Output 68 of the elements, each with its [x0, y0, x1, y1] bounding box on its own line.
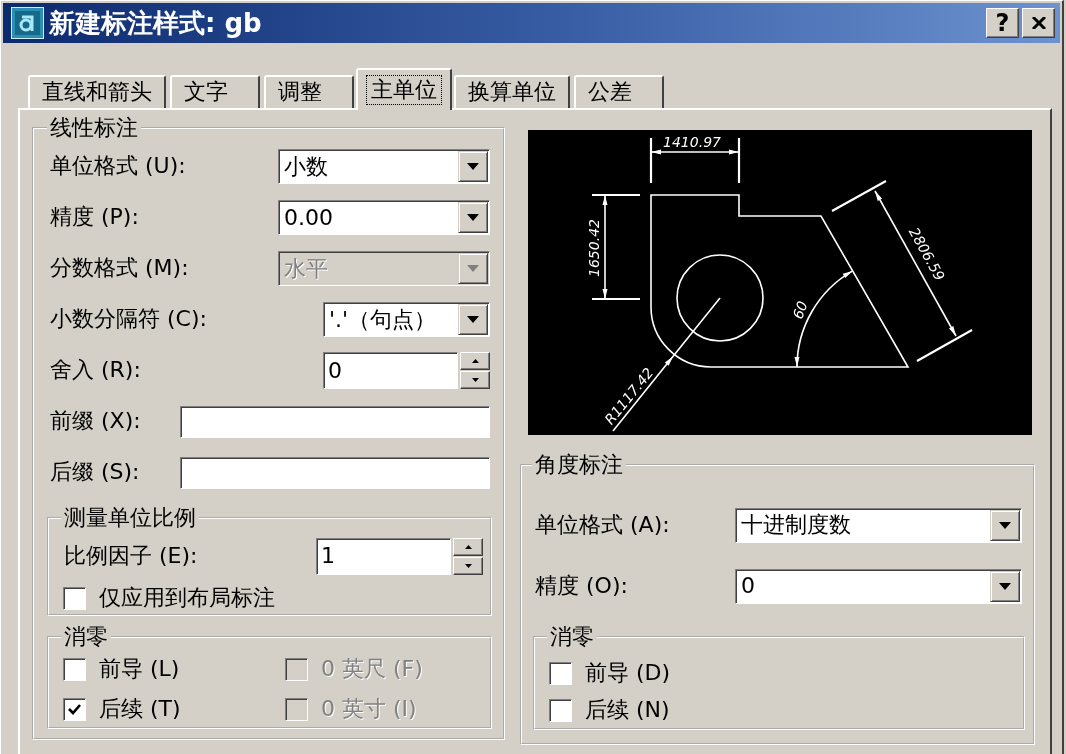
caret-icon: [999, 521, 1011, 529]
up-arrow-icon: [464, 544, 472, 549]
checkbox[interactable]: [549, 698, 572, 722]
field-label: 精度 (P):: [50, 204, 139, 231]
close-button[interactable]: [1022, 8, 1055, 38]
help-button[interactable]: ?: [986, 8, 1019, 38]
group-title: 消零: [63, 624, 109, 650]
field-label: 单位格式 (A):: [535, 511, 670, 539]
tab[interactable]: 文字: [170, 75, 260, 108]
tab[interactable]: 主单位: [356, 68, 452, 110]
number-field[interactable]: 0: [323, 352, 458, 389]
checkbox-label[interactable]: 前导 (D): [585, 659, 671, 687]
tab[interactable]: 调整: [264, 75, 354, 108]
text-field[interactable]: [180, 405, 490, 438]
caret-icon: [467, 316, 479, 323]
field-label: 精度 (O):: [535, 572, 628, 600]
dropdown-button[interactable]: [990, 509, 1020, 541]
dropdown-button[interactable]: [990, 570, 1020, 602]
window-title: 新建标注样式: gb: [49, 10, 262, 36]
check-icon: [68, 703, 81, 715]
tab[interactable]: 直线和箭头: [28, 75, 166, 108]
dropdown-button[interactable]: [458, 304, 488, 335]
dimension-label: 60: [789, 298, 811, 322]
group-title: 线性标注: [49, 115, 139, 141]
checkbox[interactable]: [63, 697, 86, 721]
dropdown[interactable]: 0: [735, 568, 1022, 604]
caret-icon: [467, 265, 479, 272]
dimension-label: 1650.42: [586, 219, 602, 277]
group-title: 角度标注: [534, 452, 624, 478]
tab[interactable]: 公差: [574, 75, 664, 108]
checkbox-label[interactable]: 后续 (T): [99, 695, 181, 723]
caret-icon: [467, 163, 479, 170]
dropdown[interactable]: 小数: [278, 149, 490, 184]
checkbox[interactable]: [63, 586, 86, 610]
field-label: 单位格式 (U):: [50, 153, 186, 180]
text-field[interactable]: [180, 456, 490, 489]
field-label: 比例因子 (E):: [64, 542, 198, 570]
field-label: 后缀 (S):: [50, 459, 140, 486]
field-label: 前缀 (X):: [50, 408, 141, 435]
dropdown-button[interactable]: [458, 151, 488, 182]
down-arrow-icon: [464, 563, 472, 568]
down-arrow-icon: [471, 378, 479, 382]
app-icon: [11, 7, 44, 39]
dropdown[interactable]: 0.00: [278, 200, 490, 235]
checkbox-label[interactable]: 前导 (L): [99, 655, 180, 683]
field-label: 舍入 (R):: [50, 357, 141, 384]
spin-down-button[interactable]: [453, 556, 483, 575]
close-icon: [1031, 17, 1046, 29]
group-title: 测量单位比例: [63, 505, 197, 531]
checkbox[interactable]: [63, 657, 86, 681]
tab[interactable]: 换算单位: [454, 75, 570, 108]
spin-down-button[interactable]: [460, 371, 490, 389]
checkbox-label[interactable]: 仅应用到布局标注: [99, 584, 275, 612]
field-label: 分数格式 (M):: [50, 255, 189, 282]
dimension-label: 1410.97: [663, 134, 721, 150]
checkbox-label[interactable]: 后续 (N): [585, 696, 670, 724]
up-arrow-icon: [471, 359, 479, 363]
spin-up-button[interactable]: [460, 352, 490, 370]
checkbox[interactable]: [549, 661, 572, 685]
dropdown[interactable]: 十进制度数: [735, 507, 1022, 543]
dropdown-button[interactable]: [458, 202, 488, 233]
field-label: 小数分隔符 (C):: [50, 306, 207, 333]
caret-icon: [467, 214, 479, 221]
spin-up-button[interactable]: [453, 537, 483, 556]
group-title: 消零: [549, 624, 595, 650]
number-field[interactable]: 1: [316, 537, 451, 575]
caret-icon: [999, 582, 1011, 590]
dropdown[interactable]: '.'（句点）: [323, 302, 490, 337]
